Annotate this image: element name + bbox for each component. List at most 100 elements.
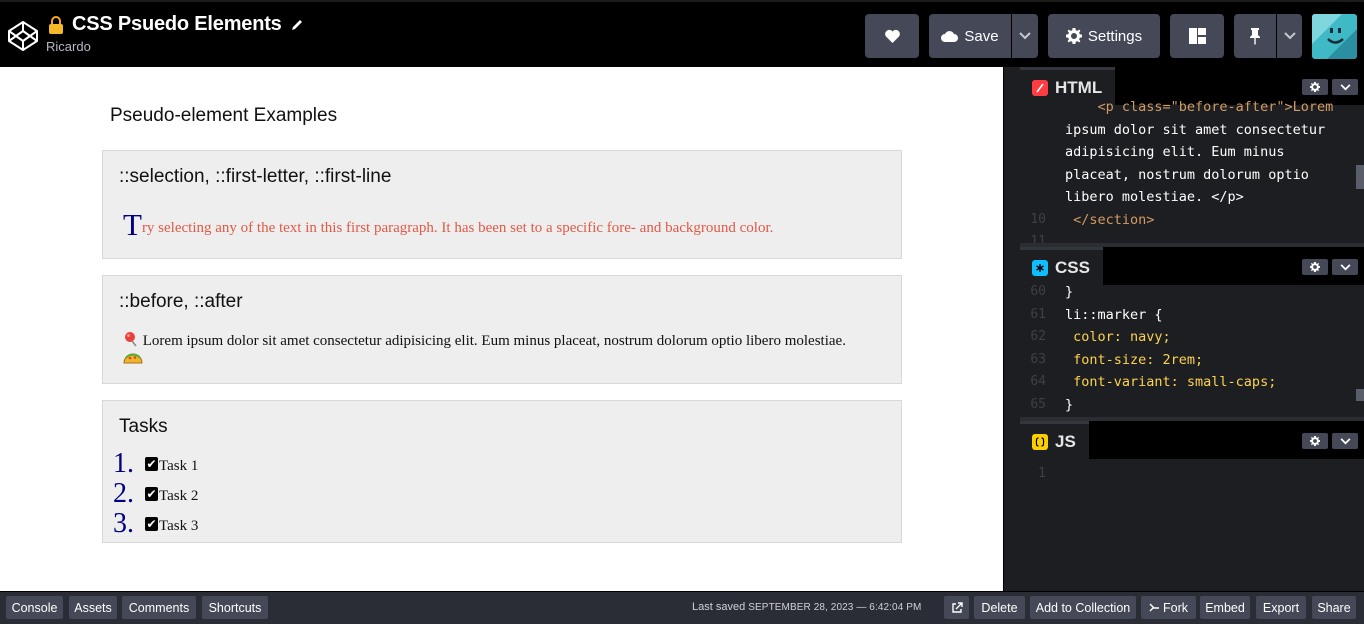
code-line: 10 </section> — [1030, 211, 1155, 228]
first-line-text: ry selecting any of the text in this fir… — [141, 220, 774, 236]
fork-label: Fork — [1163, 600, 1188, 615]
codepen-logo-icon[interactable] — [7, 20, 39, 52]
first-letter: T — [123, 207, 142, 242]
editor-collapse-button[interactable] — [1332, 259, 1358, 275]
taco-emoji-icon — [123, 353, 143, 364]
html-badge-icon — [1032, 79, 1048, 96]
gear-icon — [1065, 28, 1082, 44]
share-button[interactable]: Share — [1312, 596, 1356, 619]
task-label: Task 3 — [159, 517, 199, 534]
pen-author[interactable]: Ricardo — [46, 39, 304, 54]
code-area[interactable]: <p class="before-after">Lorem ipsum dolo… — [1020, 96, 1364, 243]
love-button[interactable] — [865, 14, 919, 58]
pen-title[interactable]: CSS Psuedo Elements — [72, 13, 282, 36]
settings-button[interactable]: Settings — [1048, 14, 1160, 58]
code-line: 63 font-size: 2rem; — [1030, 351, 1204, 368]
gear-icon — [1310, 436, 1320, 446]
editor-collapse-button[interactable] — [1332, 433, 1358, 449]
scrollbar[interactable] — [1356, 389, 1364, 401]
code-line: adipisicing elit. Eum minus — [1065, 144, 1285, 160]
last-saved-time: SEPTEMBER 28, 2023 — 6:42:04 PM — [748, 602, 922, 613]
editor-label: JS — [1055, 431, 1076, 451]
shortcuts-button[interactable]: Shortcuts — [202, 596, 268, 619]
edit-pencil-icon[interactable] — [290, 18, 304, 32]
last-saved-status: Last saved SEPTEMBER 28, 2023 — 6:42:04 … — [692, 601, 921, 613]
first-letter-paragraph[interactable]: Try selecting any of the text in this fi… — [123, 207, 773, 243]
external-link-icon — [951, 601, 963, 613]
editor-collapse-button[interactable] — [1332, 79, 1358, 95]
last-saved-label: Last saved — [692, 601, 746, 613]
before-after-text: Lorem ipsum dolor sit amet consectetur a… — [139, 333, 846, 349]
css-editor: CSS 60} 61 li::marker { 62 color: navy; 6… — [1020, 243, 1364, 417]
avatar[interactable] — [1312, 14, 1357, 59]
comments-button[interactable]: Comments — [122, 596, 196, 619]
console-button[interactable]: Console — [6, 596, 63, 619]
code-line: libero molestiae. </p> — [1065, 189, 1244, 205]
code-line: 61 li::marker { — [1030, 306, 1163, 323]
chevron-down-icon — [1340, 437, 1350, 444]
list-item[interactable]: 3. ✔ Task 3 — [113, 508, 199, 539]
before-after-paragraph[interactable]: Lorem ipsum dolor sit amet consectetur a… — [123, 331, 863, 366]
checkmark-icon: ✔ — [145, 457, 158, 471]
code-line: ipsum dolor sit amet consectetur — [1065, 121, 1326, 138]
pushpin-emoji-icon — [125, 332, 137, 347]
embed-button[interactable]: Embed — [1200, 596, 1250, 619]
pin-options-button[interactable] — [1277, 14, 1302, 58]
list-marker: 1. — [113, 448, 134, 479]
code-line: 64 font-variant: small-caps; — [1030, 374, 1277, 390]
editor-label: CSS — [1055, 257, 1090, 277]
lock-icon — [49, 15, 63, 34]
list-item[interactable]: 1. ✔ Task 1 — [113, 448, 198, 479]
checkmark-icon: ✔ — [145, 517, 158, 531]
tab-css[interactable]: CSS — [1020, 247, 1103, 285]
editor-settings-button[interactable] — [1302, 79, 1328, 95]
preview-pane: Pseudo-element Examples ::selection, ::f… — [0, 67, 1003, 591]
change-view-button[interactable] — [1170, 14, 1224, 58]
bottom-bar: Console Assets Comments Shortcuts Last s… — [0, 591, 1364, 624]
chevron-down-icon — [1340, 83, 1350, 90]
resize-handle[interactable] — [1003, 67, 1020, 591]
before-after-section: ::before, ::after Lorem ipsum dolor sit … — [102, 275, 902, 384]
save-label: Save — [964, 27, 999, 45]
code-line: 60} — [1030, 284, 1074, 300]
code-line: 1 — [1038, 466, 1046, 481]
heart-icon — [884, 29, 900, 43]
code-area[interactable]: 60} 61 li::marker { 62 color: navy; 63 fo… — [1020, 281, 1364, 416]
code-line: 65} — [1030, 396, 1074, 413]
tab-js[interactable]: JS — [1020, 421, 1089, 459]
editor-settings-button[interactable] — [1302, 433, 1328, 449]
list-marker: 3. — [113, 508, 134, 539]
settings-label: Settings — [1087, 27, 1143, 45]
open-in-new-window-button[interactable] — [944, 596, 969, 619]
chevron-down-icon — [1019, 32, 1031, 40]
preview-heading: Pseudo-element Examples — [110, 105, 338, 126]
layout-icon — [1188, 28, 1206, 44]
pin-button[interactable] — [1234, 14, 1276, 58]
editor-settings-button[interactable] — [1302, 259, 1328, 275]
fork-button[interactable]: Fork — [1141, 596, 1196, 619]
section-heading: Tasks — [119, 416, 168, 437]
pen-title-block: CSS Psuedo Elements Ricardo — [46, 13, 304, 54]
scrollbar[interactable] — [1356, 165, 1364, 189]
section-heading: ::before, ::after — [119, 291, 243, 312]
delete-button[interactable]: Delete — [974, 596, 1025, 619]
selection-example-section: ::selection, ::first-letter, ::first-lin… — [102, 150, 902, 259]
editor-header: CSS — [1020, 247, 1364, 285]
editor-header: JS — [1020, 421, 1364, 459]
task-label: Task 2 — [159, 487, 199, 504]
fork-icon — [1149, 603, 1159, 612]
export-button[interactable]: Export — [1256, 596, 1306, 619]
add-to-collection-button[interactable]: Add to Collection — [1030, 596, 1136, 619]
code-line: 62 color: navy; — [1030, 329, 1171, 345]
pin-icon — [1250, 28, 1260, 45]
save-button[interactable]: Save — [929, 14, 1011, 58]
html-editor: HTML <p class="before-after">Lorem ipsum… — [1020, 67, 1364, 243]
list-item[interactable]: 2. ✔ Task 2 — [113, 478, 199, 509]
code-area[interactable]: 1 — [1020, 463, 1364, 486]
list-marker: 2. — [113, 478, 134, 509]
chevron-down-icon — [1283, 32, 1296, 40]
assets-button[interactable]: Assets — [69, 596, 117, 619]
save-options-button[interactable] — [1012, 14, 1038, 58]
top-header: CSS Psuedo Elements Ricardo Save Setting… — [0, 0, 1364, 67]
css-badge-icon — [1032, 259, 1048, 276]
